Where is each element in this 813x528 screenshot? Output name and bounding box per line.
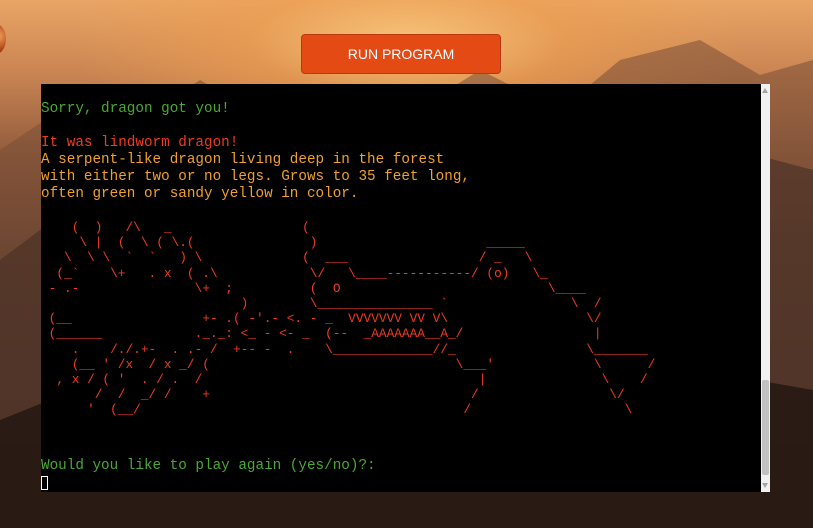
terminal-window[interactable]: Sorry, dragon got you! It was lindworm d… xyxy=(41,84,770,492)
terminal-scrollbar[interactable] xyxy=(761,84,770,492)
text-cursor[interactable] xyxy=(41,476,48,490)
scroll-up-arrow-icon[interactable] xyxy=(762,88,768,93)
scroll-down-arrow-icon[interactable] xyxy=(762,483,768,488)
scrollbar-thumb[interactable] xyxy=(762,380,769,475)
dragon-description-line-1: A serpent-like dragon living deep in the… xyxy=(41,152,445,168)
dragon-description-line-3: often green or sandy yellow in color. xyxy=(41,186,359,202)
terminal-output: Sorry, dragon got you! It was lindworm d… xyxy=(41,84,761,492)
run-program-button[interactable]: RUN PROGRAM xyxy=(301,34,501,74)
play-again-prompt: Would you like to play again (yes/no)?: xyxy=(41,458,376,474)
dragon-description-line-2: with either two or no legs. Grows to 35 … xyxy=(41,169,470,185)
dragon-ascii-art: ( ) /\ _ ( \ | ( \ ( \.( ) _____ \ \ \ `… xyxy=(48,220,656,418)
dragon-name-line: It was lindworm dragon! xyxy=(41,135,239,151)
game-over-message: Sorry, dragon got you! xyxy=(41,101,230,117)
